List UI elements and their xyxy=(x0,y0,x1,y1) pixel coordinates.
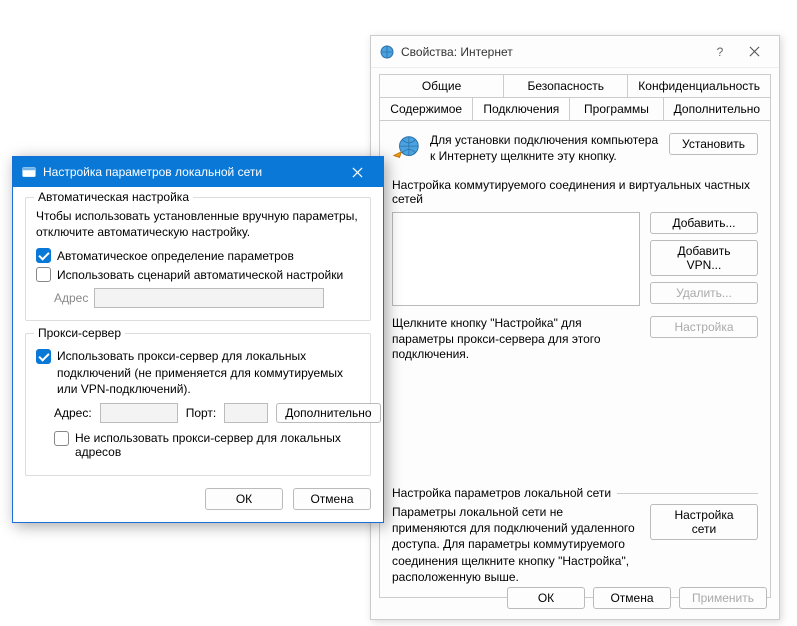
help-button[interactable]: ? xyxy=(703,39,737,65)
setup-button[interactable]: Установить xyxy=(669,133,758,155)
internet-properties-dialog: Свойства: Интернет ? Общие Безопасность … xyxy=(370,35,780,620)
inet-footer: ОК Отмена Применить xyxy=(507,587,767,609)
script-address-label: Адрес xyxy=(54,291,88,305)
internet-options-icon xyxy=(379,44,395,60)
tab-advanced[interactable]: Дополнительно xyxy=(664,97,771,120)
lan-section-text: Параметры локальной сети не применяются … xyxy=(392,504,640,585)
lan-title: Настройка параметров локальной сети xyxy=(43,165,339,179)
proxy-group-title: Прокси-сервер xyxy=(34,326,125,340)
setup-globe-icon xyxy=(392,133,422,163)
tab-programs[interactable]: Программы xyxy=(570,97,663,120)
script-address-input xyxy=(94,288,324,308)
tab-connections[interactable]: Подключения xyxy=(473,97,570,120)
proxy-address-input[interactable] xyxy=(100,403,178,423)
proxy-address-label: Адрес: xyxy=(54,406,92,420)
lan-settings-button[interactable]: Настройка сети xyxy=(650,504,758,540)
inet-title: Свойства: Интернет xyxy=(401,45,703,59)
bypass-local-checkbox[interactable] xyxy=(54,431,69,446)
tab-security[interactable]: Безопасность xyxy=(504,74,628,97)
lan-footer: ОК Отмена xyxy=(25,488,371,510)
bypass-local-label: Не использовать прокси-сервер для локаль… xyxy=(75,431,360,459)
tab-general[interactable]: Общие xyxy=(379,74,504,97)
lan-settings-dialog: Настройка параметров локальной сети Авто… xyxy=(12,156,384,523)
use-script-label: Использовать сценарий автоматической нас… xyxy=(57,268,343,282)
use-proxy-label: Использовать прокси-сервер для локальных… xyxy=(57,348,360,397)
proxy-port-input[interactable] xyxy=(224,403,268,423)
dial-section-label: Настройка коммутируемого соединения и ви… xyxy=(392,178,758,206)
inet-cancel-button[interactable]: Отмена xyxy=(593,587,671,609)
proxy-group: Прокси-сервер Использовать прокси-сервер… xyxy=(25,333,371,476)
inet-ok-button[interactable]: ОК xyxy=(507,587,585,609)
connections-panel: Для установки подключения компьютера к И… xyxy=(379,120,771,598)
dial-connection-list[interactable] xyxy=(392,212,640,306)
proxy-advanced-button[interactable]: Дополнительно xyxy=(276,403,380,423)
setup-text: Для установки подключения компьютера к И… xyxy=(430,133,661,164)
dial-hint: Щелкните кнопку "Настройка" для параметр… xyxy=(392,316,640,363)
lan-section-label: Настройка параметров локальной сети xyxy=(392,486,758,500)
auto-detect-label: Автоматическое определение параметров xyxy=(57,249,294,263)
dial-settings-button: Настройка xyxy=(650,316,758,338)
lan-window-icon xyxy=(21,164,37,180)
tab-privacy[interactable]: Конфиденциальность xyxy=(628,74,771,97)
add-vpn-button[interactable]: Добавить VPN... xyxy=(650,240,758,276)
tab-content[interactable]: Содержимое xyxy=(379,97,473,120)
inet-titlebar: Свойства: Интернет ? xyxy=(371,36,779,68)
tabs: Общие Безопасность Конфиденциальность Со… xyxy=(371,68,779,598)
lan-ok-button[interactable]: ОК xyxy=(205,488,283,510)
use-proxy-checkbox[interactable] xyxy=(36,349,51,364)
lan-close-button[interactable] xyxy=(339,158,375,186)
auto-detect-checkbox[interactable] xyxy=(36,248,51,263)
use-script-checkbox[interactable] xyxy=(36,267,51,282)
delete-button: Удалить... xyxy=(650,282,758,304)
inet-apply-button: Применить xyxy=(679,587,767,609)
auto-config-group: Автоматическая настройка Чтобы использов… xyxy=(25,197,371,321)
lan-titlebar: Настройка параметров локальной сети xyxy=(13,157,383,187)
close-button[interactable] xyxy=(737,39,771,65)
lan-cancel-button[interactable]: Отмена xyxy=(293,488,371,510)
add-button[interactable]: Добавить... xyxy=(650,212,758,234)
auto-config-info: Чтобы использовать установленные вручную… xyxy=(36,208,360,240)
proxy-port-label: Порт: xyxy=(186,406,217,420)
auto-config-title: Автоматическая настройка xyxy=(34,190,193,204)
